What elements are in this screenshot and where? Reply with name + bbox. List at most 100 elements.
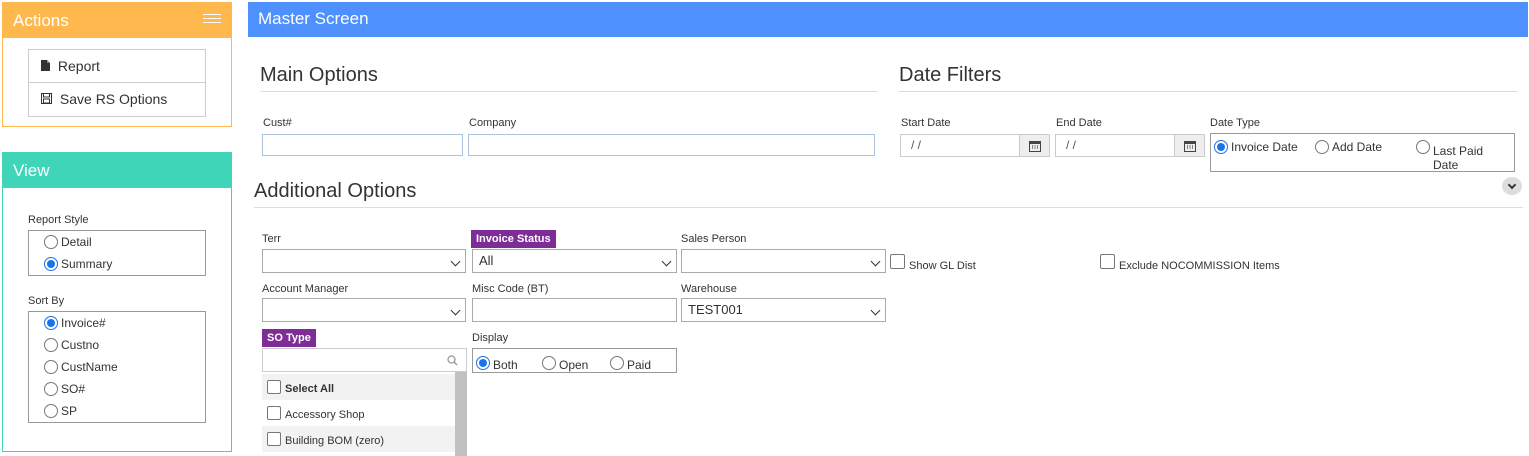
exclude-nocommission-checkbox[interactable]: Exclude NOCOMMISSION Items bbox=[1100, 252, 1280, 272]
radio-icon[interactable] bbox=[44, 382, 58, 396]
radio-icon[interactable] bbox=[44, 338, 58, 352]
misc-code-input[interactable] bbox=[472, 298, 677, 322]
main-options-divider bbox=[260, 91, 877, 92]
radio-selected-icon[interactable] bbox=[44, 257, 58, 271]
collapse-toggle[interactable] bbox=[1502, 177, 1522, 195]
view-title: View bbox=[13, 161, 50, 180]
so-type-label: SO Type bbox=[262, 329, 316, 347]
chevron-down-icon bbox=[661, 256, 672, 267]
sort-custno[interactable]: Custno bbox=[44, 338, 99, 352]
view-header: View bbox=[3, 153, 231, 188]
date-filters-divider bbox=[899, 91, 1517, 92]
actions-header: Actions bbox=[3, 3, 231, 38]
calendar-icon bbox=[1183, 140, 1196, 152]
so-type-select-all[interactable]: Select All bbox=[262, 374, 455, 400]
radio-selected-icon[interactable] bbox=[476, 356, 490, 370]
account-manager-select[interactable] bbox=[262, 298, 466, 322]
warehouse-select[interactable]: TEST001 bbox=[681, 298, 886, 322]
chevron-down-icon bbox=[450, 256, 461, 267]
radio-icon[interactable] bbox=[610, 356, 624, 370]
sort-so[interactable]: SO# bbox=[44, 382, 85, 396]
report-style-detail[interactable]: Detail bbox=[44, 235, 92, 249]
actions-list: Report Save RS Options bbox=[28, 49, 206, 117]
display-group: Both Open Paid bbox=[472, 348, 677, 373]
radio-selected-icon[interactable] bbox=[44, 316, 58, 330]
view-panel: View Report Style Detail Summary Sort By… bbox=[2, 152, 232, 452]
so-type-search-input[interactable] bbox=[262, 348, 467, 372]
save-icon bbox=[41, 84, 52, 117]
actions-title: Actions bbox=[13, 11, 69, 30]
so-type-list: Select All Accessory Shop Building BOM (… bbox=[262, 372, 467, 456]
chevron-down-icon bbox=[450, 305, 461, 316]
report-label: Report bbox=[57, 58, 100, 74]
radio-icon[interactable] bbox=[44, 360, 58, 374]
sort-by-label: Sort By bbox=[28, 295, 65, 307]
save-rs-options-label: Save RS Options bbox=[59, 91, 168, 107]
checkbox-icon[interactable] bbox=[267, 380, 281, 394]
menu-icon[interactable] bbox=[203, 14, 221, 27]
search-icon bbox=[447, 355, 458, 366]
start-date-label: Start Date bbox=[901, 117, 951, 129]
report-style-summary[interactable]: Summary bbox=[44, 257, 112, 271]
company-label: Company bbox=[469, 117, 517, 129]
main-options-title: Main Options bbox=[260, 64, 378, 86]
sort-sp[interactable]: SP bbox=[44, 404, 77, 418]
report-button[interactable]: Report bbox=[29, 50, 205, 83]
date-type-group: Invoice Date Add Date Last Paid Date bbox=[1210, 133, 1515, 172]
radio-selected-icon[interactable] bbox=[1214, 140, 1228, 154]
end-date-label: End Date bbox=[1056, 117, 1102, 129]
chevron-down-icon bbox=[870, 305, 881, 316]
date-type-add[interactable]: Add Date bbox=[1315, 140, 1382, 154]
checkbox-icon[interactable] bbox=[890, 253, 905, 269]
sort-invoice[interactable]: Invoice# bbox=[44, 316, 106, 330]
checkbox-icon[interactable] bbox=[267, 432, 281, 446]
save-rs-options-button[interactable]: Save RS Options bbox=[29, 83, 205, 116]
file-icon bbox=[41, 51, 50, 84]
master-screen-header: Master Screen bbox=[248, 2, 1528, 37]
end-date-input[interactable]: / / bbox=[1055, 134, 1175, 157]
end-date-calendar-button[interactable] bbox=[1175, 134, 1205, 157]
checkbox-icon[interactable] bbox=[267, 406, 281, 420]
misc-code-label: Misc Code (BT) bbox=[472, 283, 549, 295]
report-style-label: Report Style bbox=[28, 214, 89, 226]
start-date-input[interactable]: / / bbox=[900, 134, 1020, 157]
display-paid[interactable]: Paid bbox=[610, 354, 651, 372]
date-type-invoice[interactable]: Invoice Date bbox=[1214, 140, 1298, 154]
display-open[interactable]: Open bbox=[542, 354, 588, 372]
so-type-scrollbar[interactable] bbox=[455, 372, 467, 456]
radio-icon[interactable] bbox=[1416, 140, 1430, 154]
additional-options-title: Additional Options bbox=[254, 180, 417, 202]
report-style-group: Detail Summary bbox=[28, 230, 206, 276]
sort-by-group: Invoice# Custno CustName SO# SP bbox=[28, 311, 206, 423]
master-screen-title: Master Screen bbox=[258, 9, 369, 28]
radio-icon[interactable] bbox=[1315, 140, 1329, 154]
warehouse-label: Warehouse bbox=[681, 283, 737, 295]
additional-options-divider bbox=[254, 207, 1523, 208]
start-date-calendar-button[interactable] bbox=[1020, 134, 1050, 157]
show-gl-dist-checkbox[interactable]: Show GL Dist bbox=[890, 252, 976, 272]
chevron-down-icon bbox=[870, 256, 881, 267]
checkbox-icon[interactable] bbox=[1100, 253, 1115, 269]
date-type-label: Date Type bbox=[1210, 117, 1260, 129]
terr-select[interactable] bbox=[262, 249, 466, 273]
radio-icon[interactable] bbox=[542, 356, 556, 370]
sort-custname[interactable]: CustName bbox=[44, 360, 118, 374]
radio-icon[interactable] bbox=[44, 235, 58, 249]
account-manager-label: Account Manager bbox=[262, 283, 349, 295]
sales-person-select[interactable] bbox=[681, 249, 886, 273]
calendar-icon bbox=[1028, 140, 1041, 152]
invoice-status-label: Invoice Status bbox=[471, 230, 556, 248]
cust-label: Cust# bbox=[263, 117, 292, 129]
company-input[interactable] bbox=[468, 134, 875, 156]
display-label: Display bbox=[472, 332, 509, 344]
display-both[interactable]: Both bbox=[476, 354, 518, 372]
cust-input[interactable] bbox=[262, 134, 463, 156]
so-type-item[interactable]: Building BOM (zero) bbox=[262, 426, 455, 452]
sales-person-label: Sales Person bbox=[681, 233, 747, 245]
date-filters-title: Date Filters bbox=[899, 64, 1002, 86]
so-type-item[interactable]: Accessory Shop bbox=[262, 400, 455, 426]
date-type-last-paid[interactable]: Last Paid Date bbox=[1416, 140, 1506, 172]
invoice-status-select[interactable]: All bbox=[472, 249, 677, 273]
radio-icon[interactable] bbox=[44, 404, 58, 418]
terr-label: Terr bbox=[262, 233, 281, 245]
